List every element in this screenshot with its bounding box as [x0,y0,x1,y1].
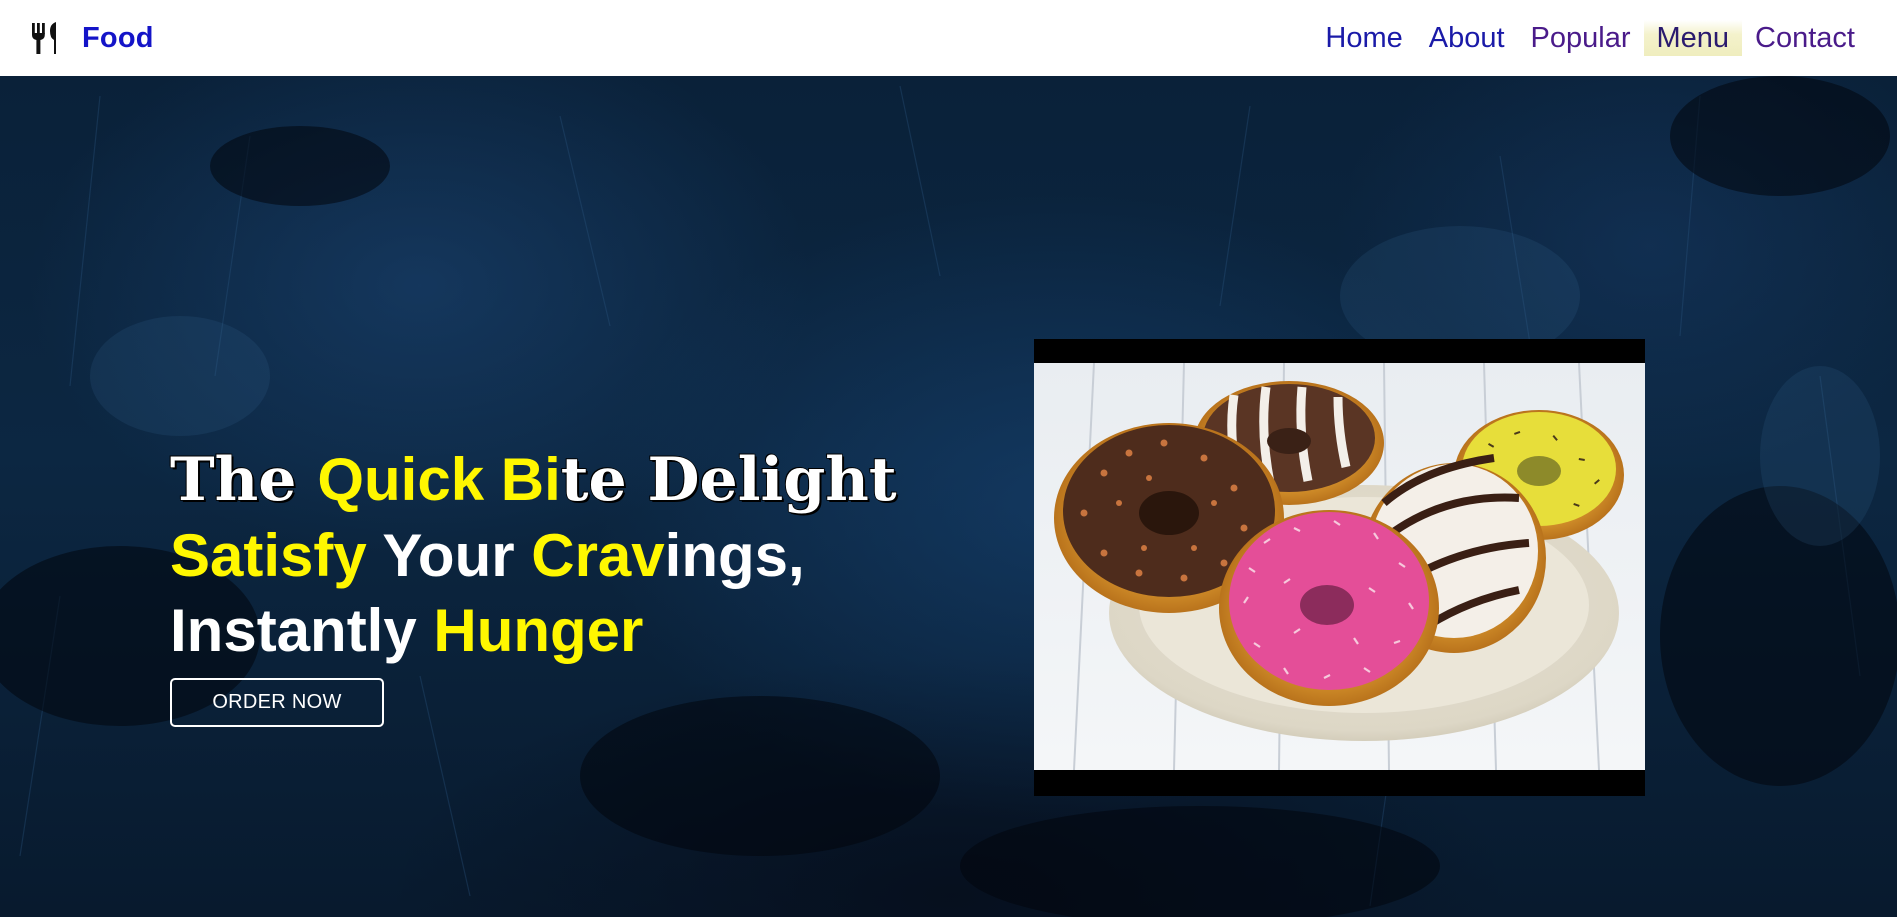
headline-quick-bite: Quick Bi [317,446,561,513]
hero-copy: The Quick Bite Delight Satisfy Your Crav… [169,442,897,727]
hero-image-frame [1034,339,1645,796]
nav-about[interactable]: About [1416,20,1518,56]
nav-contact[interactable]: Contact [1742,20,1855,56]
nav-home[interactable]: Home [1312,20,1415,56]
headline-instantly: Instantly [170,597,434,664]
brand-name: Food [82,21,154,54]
nav-links: Home About Popular Menu Contact [1312,20,1855,56]
headline-line-3: Instantly Hunger [170,597,643,664]
headline-ings: ings, [664,522,805,589]
headline-hunger: Hunger [433,597,644,664]
hero-headline: The Quick Bite Delight Satisfy Your Crav… [169,442,897,668]
fork-knife-icon [32,22,56,54]
top-navbar: Food Home About Popular Menu Contact [0,0,1897,76]
headline-line-2: Satisfy Your Cravings, [170,522,805,589]
headline-crav: Crav [531,522,665,589]
donuts-on-plate-image [1034,363,1645,770]
headline-satisfy: Satisfy [170,522,367,589]
order-now-button[interactable]: ORDER NOW [170,678,384,727]
brand-link[interactable]: Food [28,18,154,58]
headline-your: Your [366,522,532,589]
nav-popular[interactable]: Popular [1518,20,1644,56]
headline-line-1: The Quick Bite Delight [169,444,897,516]
headline-delight: te Delight [560,444,897,516]
headline-word-the: The [169,444,318,516]
nav-menu[interactable]: Menu [1643,20,1743,56]
hero-section: The Quick Bite Delight Satisfy Your Crav… [0,76,1897,917]
